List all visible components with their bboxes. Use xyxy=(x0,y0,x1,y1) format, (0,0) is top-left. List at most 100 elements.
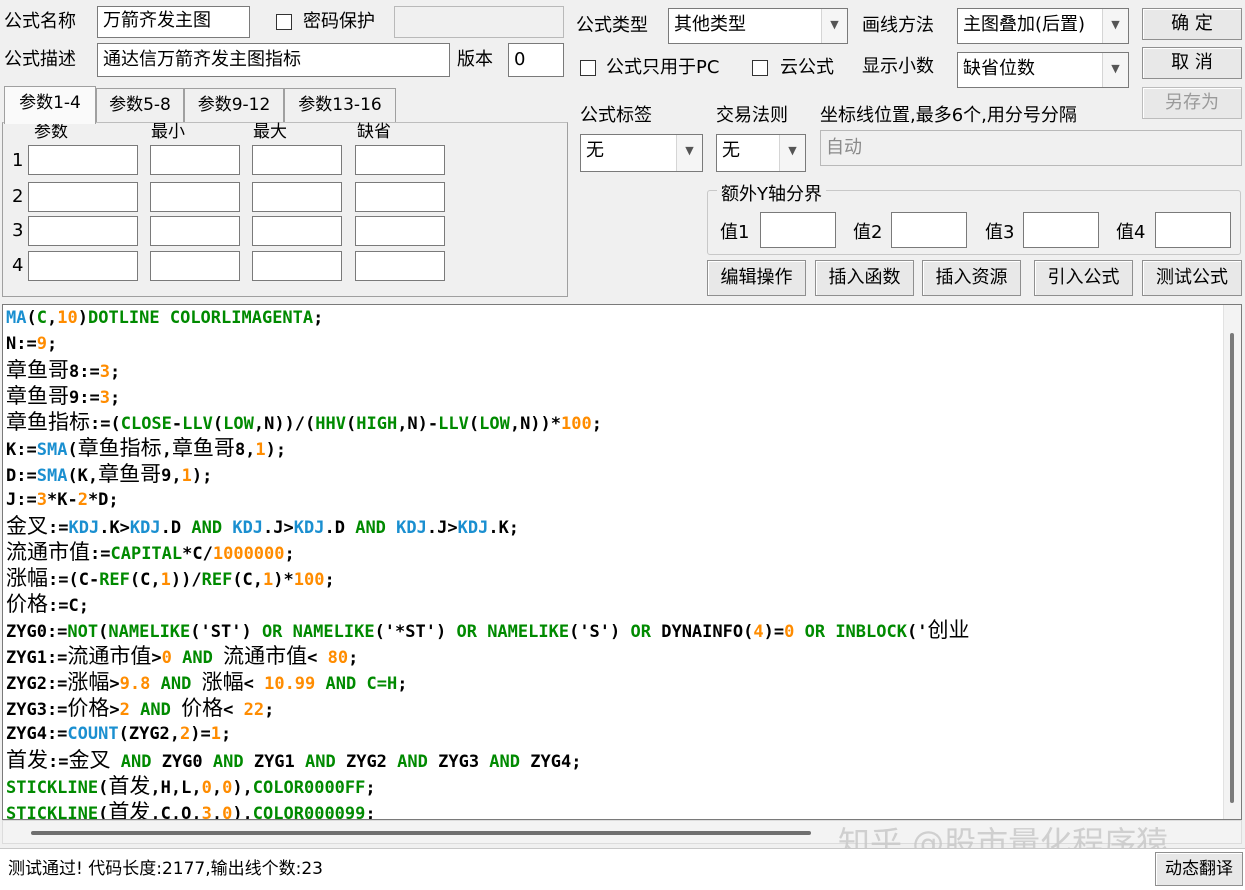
param-max-input[interactable] xyxy=(252,182,342,212)
code-token: 22 xyxy=(243,700,265,720)
password-checkbox[interactable] xyxy=(276,14,292,30)
insert-resource-button[interactable]: 插入资源 xyxy=(922,260,1021,296)
cloud-checkbox[interactable] xyxy=(752,60,768,76)
chevron-down-icon: ▼ xyxy=(676,135,702,171)
code-token: 0 xyxy=(201,778,212,798)
param-name-input[interactable] xyxy=(28,216,138,246)
code-token: .K> xyxy=(99,518,130,538)
param-max-input[interactable] xyxy=(252,216,342,246)
scrollbar-thumb[interactable] xyxy=(1230,333,1234,803)
formula-type-value: 其他类型 xyxy=(674,14,746,35)
code-token: DOTLINE COLORLIMAGENTA xyxy=(87,308,314,328)
code-token: ; xyxy=(591,414,602,434)
code-token: COUNT xyxy=(67,724,119,744)
param-default-input[interactable] xyxy=(355,182,445,212)
code-token: ('S') xyxy=(569,622,631,642)
param-max-input[interactable] xyxy=(252,251,342,281)
code-line: 流通市值:=CAPITAL*C/1000000; xyxy=(6,539,969,565)
value4-input[interactable] xyxy=(1155,212,1231,248)
code-token: CLOSE xyxy=(120,414,172,434)
code-token: KDJ xyxy=(396,518,427,538)
param-min-input[interactable] xyxy=(150,182,240,212)
code-token: ; xyxy=(109,388,121,408)
param-max-input[interactable] xyxy=(252,145,342,175)
decimals-select[interactable]: 缺省位数 ▼ xyxy=(957,52,1129,88)
param-min-input[interactable] xyxy=(150,251,240,281)
code-token: .D xyxy=(324,518,356,538)
code-token: 金叉 xyxy=(6,514,48,538)
tab-params-13-16[interactable]: 参数13-16 xyxy=(284,88,396,122)
ok-button[interactable]: 确 定 xyxy=(1142,8,1242,40)
code-token: ('*ST') xyxy=(374,622,457,642)
code-token: ( xyxy=(67,440,78,460)
param-default-input[interactable] xyxy=(355,145,445,175)
trade-rule-select[interactable]: 无 ▼ xyxy=(716,134,806,172)
pc-only-checkbox[interactable] xyxy=(580,60,596,76)
dynamic-translate-button[interactable]: 动态翻译 xyxy=(1155,852,1243,886)
code-token: ZYG4:= xyxy=(6,724,68,744)
chevron-down-icon: ▼ xyxy=(1102,53,1128,87)
formula-name-input[interactable]: 万箭齐发主图 xyxy=(97,6,250,38)
tab-params-9-12[interactable]: 参数9-12 xyxy=(184,88,284,122)
code-token: 10 xyxy=(57,308,78,328)
code-token: 4 xyxy=(753,622,764,642)
code-token: ZYG0 xyxy=(151,752,213,772)
code-token: ; xyxy=(221,724,232,744)
value2-input[interactable] xyxy=(891,212,967,248)
code-token: ,N)- xyxy=(397,414,439,434)
version-input[interactable]: 0 xyxy=(508,43,564,77)
formula-desc-input[interactable]: 通达信万箭齐发主图指标 xyxy=(97,43,450,77)
code-token: ,N))* xyxy=(509,414,562,434)
code-token: 10.99 xyxy=(264,674,316,694)
param-name-input[interactable] xyxy=(28,182,138,212)
param-min-input[interactable] xyxy=(150,216,240,246)
edit-operation-button[interactable]: 编辑操作 xyxy=(707,260,806,296)
param-min-input[interactable] xyxy=(150,145,240,175)
tab-params-5-8[interactable]: 参数5-8 xyxy=(96,88,184,122)
status-bar: 测试通过! 代码长度:2177,输出线个数:23 xyxy=(0,848,1245,890)
code-token: ( xyxy=(26,308,37,328)
code-editor[interactable]: MA(C,10)DOTLINE COLORLIMAGENTA; N:=9; 章鱼哥8… xyxy=(2,304,1242,820)
param-name-input[interactable] xyxy=(28,145,138,175)
code-token: 涨幅 xyxy=(201,670,244,694)
scrollbar-thumb[interactable] xyxy=(31,831,811,835)
col-header-default: 缺省 xyxy=(357,122,391,142)
param-default-input[interactable] xyxy=(355,251,445,281)
test-formula-button[interactable]: 测试公式 xyxy=(1142,260,1242,296)
cancel-button[interactable]: 取 消 xyxy=(1142,47,1242,79)
code-token: AND xyxy=(305,752,336,772)
code-token: 0 xyxy=(222,804,233,820)
insert-function-button[interactable]: 插入函数 xyxy=(815,260,914,296)
code-token: KDJ xyxy=(129,518,161,538)
code-line: J:=3*K-2*D; xyxy=(6,487,969,513)
code-line: 章鱼指标:=(CLOSE-LLV(LOW,N))/(HHV(HIGH,N)-LL… xyxy=(6,409,969,435)
param-default-input[interactable] xyxy=(355,216,445,246)
password-input[interactable] xyxy=(394,6,564,38)
code-token: AND xyxy=(191,518,223,538)
trade-rule-value: 无 xyxy=(722,140,740,161)
code-token: REF xyxy=(201,570,233,590)
code-token: ), xyxy=(232,778,253,798)
import-formula-button[interactable]: 引入公式 xyxy=(1034,260,1133,296)
code-line: K:=SMA(章鱼指标,章鱼哥8,1); xyxy=(6,435,969,461)
value3-input[interactable] xyxy=(1023,212,1099,248)
extra-y-axis-label: 额外Y轴分界 xyxy=(717,180,826,206)
code-token: (' xyxy=(906,622,928,642)
code-token: 涨幅 xyxy=(67,670,110,694)
code-token: J:= xyxy=(6,490,37,510)
tab-params-1-4[interactable]: 参数1-4 xyxy=(4,86,96,124)
code-token: 3 xyxy=(99,362,110,382)
param-name-input[interactable] xyxy=(28,251,138,281)
save-as-button[interactable]: 另存为 xyxy=(1142,87,1242,119)
vertical-scrollbar[interactable] xyxy=(1223,305,1241,819)
code-line: STICKLINE(首发,C,O,3,0),COLOR000099; xyxy=(6,799,969,820)
axis-position-input[interactable]: 自动 xyxy=(820,130,1242,166)
code-token: ; xyxy=(324,570,335,590)
value1-input[interactable] xyxy=(760,212,836,248)
draw-method-select[interactable]: 主图叠加(后置) ▼ xyxy=(957,8,1129,44)
formula-type-select[interactable]: 其他类型 ▼ xyxy=(668,8,848,44)
code-token: ,H,L, xyxy=(150,778,202,798)
tag-select[interactable]: 无 ▼ xyxy=(580,134,703,172)
